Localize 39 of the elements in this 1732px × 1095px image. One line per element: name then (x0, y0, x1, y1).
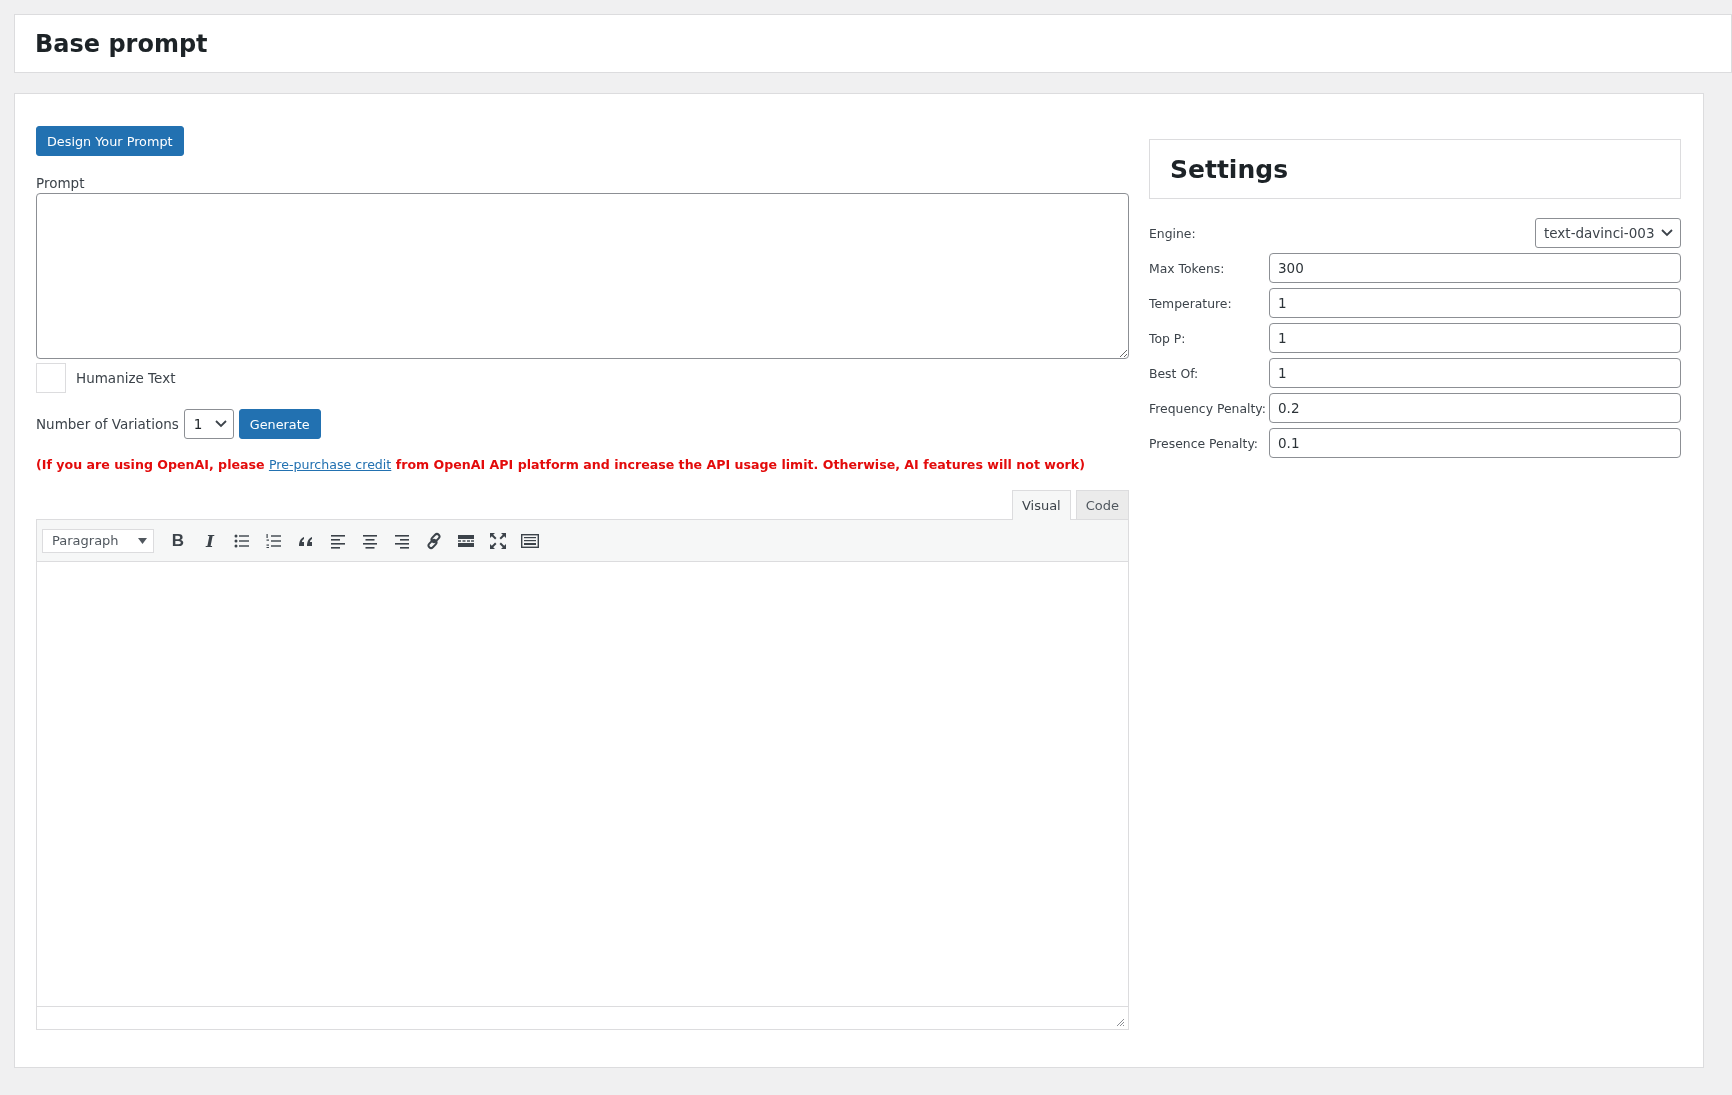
setting-field[interactable]: 1 (1269, 323, 1681, 353)
humanize-label: Humanize Text (76, 370, 176, 386)
fullscreen-icon (489, 531, 507, 550)
variations-label: Number of Variations (36, 416, 179, 432)
variations-select[interactable]: 1 (183, 409, 234, 439)
prompt-label: Prompt (36, 175, 86, 191)
setting-label: Max Tokens: (1149, 260, 1226, 276)
caret-icon (138, 537, 147, 544)
openai-notice: (If you are using OpenAI, please Pre-purchase credit from OpenAI API platform and increase the API usage limit. Otherwise, AI features will not work) (36, 457, 1086, 472)
resize-handle-icon[interactable] (1115, 1017, 1125, 1027)
chevron-down-icon (1661, 229, 1673, 237)
setting-field[interactable]: 1 (1269, 358, 1681, 388)
italic-button[interactable]: I (196, 526, 224, 555)
generate-button[interactable]: Generate (238, 409, 321, 439)
editor-tab[interactable]: Code (1075, 490, 1129, 519)
editor-tab[interactable]: Visual (1011, 490, 1071, 520)
settings-title: Settings (1170, 154, 1288, 184)
page-title: Base prompt (35, 29, 208, 58)
prompt-field[interactable] (36, 193, 1129, 359)
keyboard-icon (521, 531, 539, 550)
format-select[interactable]: Paragraph (42, 528, 154, 553)
link-icon (425, 531, 443, 550)
setting-label: Frequency Penalty: (1149, 400, 1267, 416)
pre-purchase-link[interactable]: Pre-purchase credit (268, 457, 392, 472)
numbered-list-icon (265, 531, 283, 550)
setting-field[interactable]: 0.1 (1269, 428, 1681, 458)
design-prompt-button[interactable]: Design Your Prompt (36, 126, 184, 156)
setting-label: Best Of: (1149, 365, 1200, 381)
setting-label: Top P: (1149, 330, 1187, 346)
humanize-checkbox[interactable] (36, 363, 66, 393)
bold-button[interactable]: B (164, 526, 192, 555)
setting-field[interactable]: 300 (1269, 253, 1681, 283)
setting-label: Presence Penalty: (1149, 435, 1259, 451)
engine-select[interactable]: text-davinci-003 (1535, 218, 1681, 248)
chevron-down-icon (214, 420, 227, 428)
setting-field[interactable]: 0.2 (1269, 393, 1681, 423)
engine-label: Engine: (1149, 225, 1197, 241)
setting-label: Temperature: (1149, 295, 1233, 311)
setting-field[interactable]: 1 (1269, 288, 1681, 318)
